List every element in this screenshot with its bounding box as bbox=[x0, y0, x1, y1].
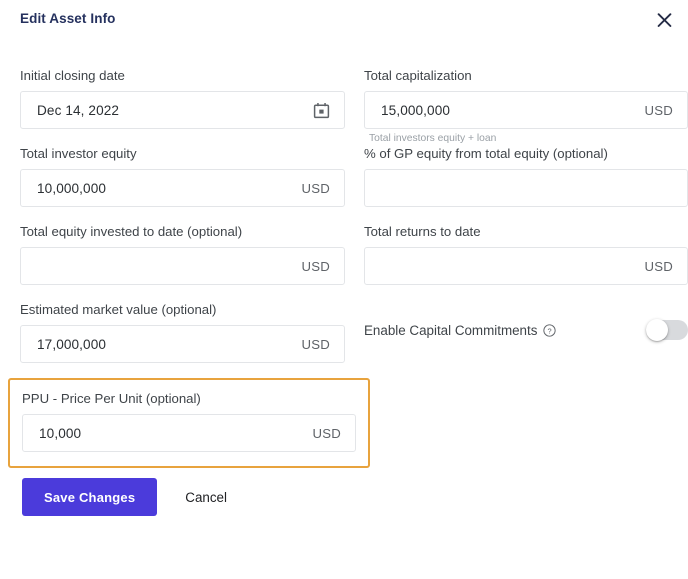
field-label-total-capitalization: Total capitalization bbox=[364, 68, 472, 83]
svg-text:?: ? bbox=[548, 326, 552, 335]
currency-suffix: USD bbox=[312, 425, 341, 441]
currency-suffix: USD bbox=[301, 180, 330, 196]
capital-commitments-toggle[interactable] bbox=[646, 319, 688, 341]
currency-suffix: USD bbox=[644, 258, 673, 274]
field-label-estimated-market-value: Estimated market value (optional) bbox=[20, 302, 217, 317]
initial-closing-date-value: Dec 14, 2022 bbox=[37, 102, 120, 118]
currency-suffix: USD bbox=[301, 336, 330, 352]
field-total-investor-equity: Total investor equity 10,000,000 USD bbox=[20, 146, 345, 207]
helper-text-total-capitalization: Total investors equity + loan bbox=[369, 133, 497, 144]
total-capitalization-input[interactable]: 15,000,000 USD bbox=[364, 91, 688, 129]
save-changes-button[interactable]: Save Changes bbox=[22, 478, 158, 516]
dialog-actions: Save Changes Cancel bbox=[22, 478, 227, 516]
toggle-knob bbox=[646, 319, 668, 341]
field-total-capitalization: Total capitalization 15,000,000 USD bbox=[364, 68, 688, 129]
close-button[interactable] bbox=[650, 6, 678, 34]
calendar-icon[interactable] bbox=[312, 101, 330, 119]
dialog-title: Edit Asset Info bbox=[20, 11, 116, 26]
field-label-total-equity-invested: Total equity invested to date (optional) bbox=[20, 224, 243, 239]
total-returns-to-date-input[interactable]: USD bbox=[364, 247, 688, 285]
currency-suffix: USD bbox=[301, 258, 330, 274]
help-circle-icon[interactable]: ? bbox=[543, 323, 557, 337]
dialog-header: Edit Asset Info bbox=[0, 0, 688, 40]
field-estimated-market-value: Estimated market value (optional) 17,000… bbox=[20, 302, 345, 363]
field-label-initial-closing-date: Initial closing date bbox=[20, 68, 125, 83]
price-per-unit-highlight-group: PPU - Price Per Unit (optional) 10,000 U… bbox=[8, 378, 370, 468]
total-investor-equity-value: 10,000,000 bbox=[37, 180, 107, 196]
price-per-unit-input[interactable]: 10,000 USD bbox=[22, 414, 356, 452]
field-label-total-investor-equity: Total investor equity bbox=[20, 146, 137, 161]
initial-closing-date-input[interactable]: Dec 14, 2022 bbox=[20, 91, 345, 129]
total-capitalization-value: 15,000,000 bbox=[381, 102, 451, 118]
cancel-button[interactable]: Cancel bbox=[185, 490, 227, 505]
capital-commitments-row: Enable Capital Commitments ? bbox=[364, 319, 688, 341]
field-total-returns-to-date: Total returns to date USD bbox=[364, 224, 688, 285]
gp-equity-percent-input[interactable] bbox=[364, 169, 688, 207]
currency-suffix: USD bbox=[644, 102, 673, 118]
estimated-market-value-input[interactable]: 17,000,000 USD bbox=[20, 325, 345, 363]
field-gp-equity-percent: Total investors equity + loan % of GP eq… bbox=[364, 133, 688, 207]
price-per-unit-value: 10,000 bbox=[39, 425, 82, 441]
field-label-gp-equity-percent: % of GP equity from total equity (option… bbox=[364, 146, 608, 161]
close-icon bbox=[657, 12, 672, 28]
field-label-price-per-unit: PPU - Price Per Unit (optional) bbox=[22, 391, 201, 406]
capital-commitments-label: Enable Capital Commitments bbox=[364, 322, 538, 338]
field-initial-closing-date: Initial closing date Dec 14, 2022 bbox=[20, 68, 345, 129]
field-total-equity-invested: Total equity invested to date (optional)… bbox=[20, 224, 345, 285]
field-label-total-returns-to-date: Total returns to date bbox=[364, 224, 481, 239]
total-investor-equity-input[interactable]: 10,000,000 USD bbox=[20, 169, 345, 207]
estimated-market-value-value: 17,000,000 bbox=[37, 336, 107, 352]
total-equity-invested-input[interactable]: USD bbox=[20, 247, 345, 285]
